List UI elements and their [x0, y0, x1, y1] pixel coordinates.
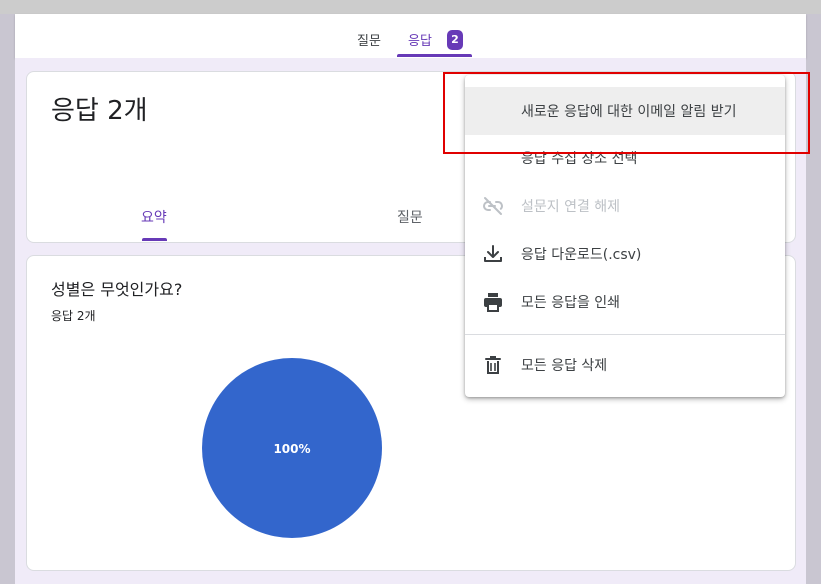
pie-chart: 100% [202, 358, 382, 538]
link-off-icon [483, 197, 503, 215]
responses-count-badge: 2 [447, 30, 463, 50]
menu-item-delete-all[interactable]: 모든 응답 삭제 [465, 341, 785, 389]
menu-item-print-all[interactable]: 모든 응답을 인쇄 [465, 278, 785, 326]
active-subtab-indicator [142, 238, 167, 241]
tab-responses[interactable]: 응답 [408, 30, 432, 49]
trash-icon [485, 356, 501, 374]
tab-questions[interactable]: 질문 [357, 30, 381, 49]
pie-data-label: 100% [273, 442, 310, 456]
active-tab-indicator [397, 54, 472, 57]
menu-item-label: 설문지 연결 해제 [521, 199, 621, 215]
window-top-band [0, 0, 821, 14]
print-icon [484, 293, 502, 312]
highlight-box [443, 72, 810, 154]
menu-item-unlink-form: 설문지 연결 해제 [465, 182, 785, 230]
question-title: 성별은 무엇인가요? [51, 280, 183, 299]
download-icon [484, 245, 502, 262]
subtab-summary[interactable]: 요약 [141, 207, 167, 227]
menu-item-label: 응답 다운로드(.csv) [521, 247, 642, 263]
subtab-question[interactable]: 질문 [397, 207, 423, 227]
menu-divider [465, 334, 785, 335]
question-response-count: 응답 2개 [51, 309, 96, 323]
menu-item-label: 모든 응답 삭제 [521, 358, 608, 374]
menu-item-label: 모든 응답을 인쇄 [521, 295, 621, 311]
form-tab-bar: 질문 응답 2 [15, 14, 806, 58]
page-title: 응답 2개 [51, 96, 148, 126]
menu-item-download-csv[interactable]: 응답 다운로드(.csv) [465, 230, 785, 278]
